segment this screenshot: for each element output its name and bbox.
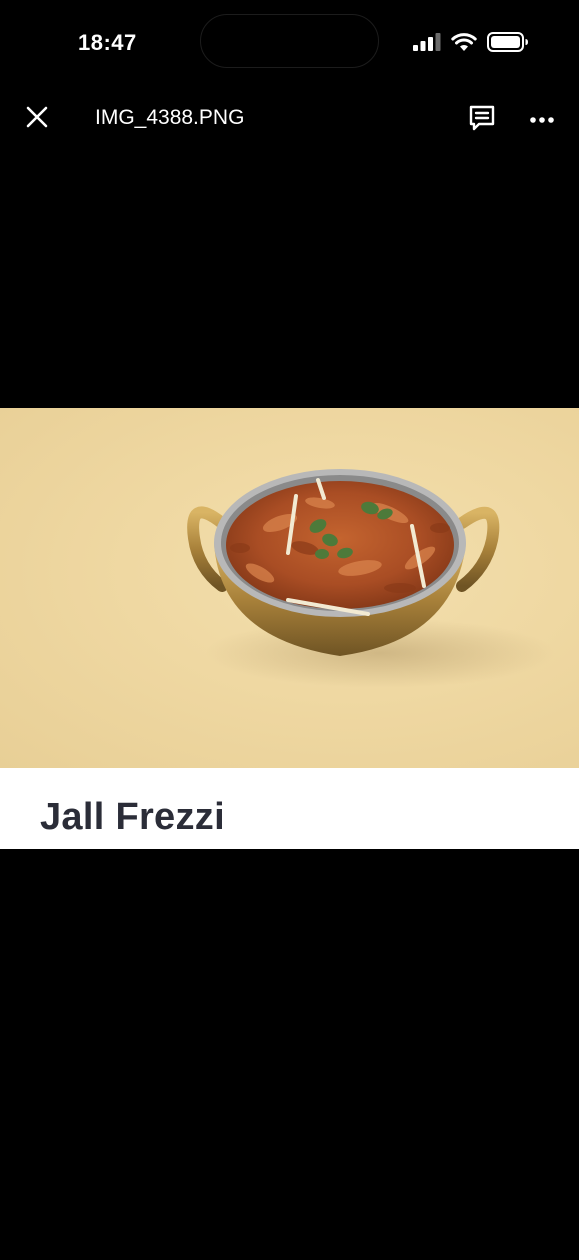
battery-icon: [487, 32, 529, 52]
dish-photo: [0, 408, 579, 768]
more-options-button[interactable]: [524, 102, 560, 138]
wifi-icon: [451, 32, 477, 52]
dynamic-island: [200, 14, 379, 68]
file-name-title: IMG_4388.PNG: [95, 106, 245, 129]
close-button[interactable]: [20, 102, 54, 136]
more-options-icon: [530, 111, 554, 129]
comments-button[interactable]: [464, 102, 500, 138]
status-time: 18:47: [78, 30, 137, 55]
comments-icon: [468, 104, 496, 137]
status-bar: 18:47: [0, 0, 579, 88]
dish-name: Jall Frezzi: [40, 796, 225, 838]
image-viewer[interactable]: Jall Frezzi: [0, 408, 579, 849]
caption-strip: Jall Frezzi: [0, 768, 579, 849]
viewer-nav-bar: IMG_4388.PNG: [0, 90, 579, 148]
close-icon: [26, 106, 48, 133]
cellular-signal-icon: [413, 33, 441, 51]
status-icons: [413, 32, 529, 52]
